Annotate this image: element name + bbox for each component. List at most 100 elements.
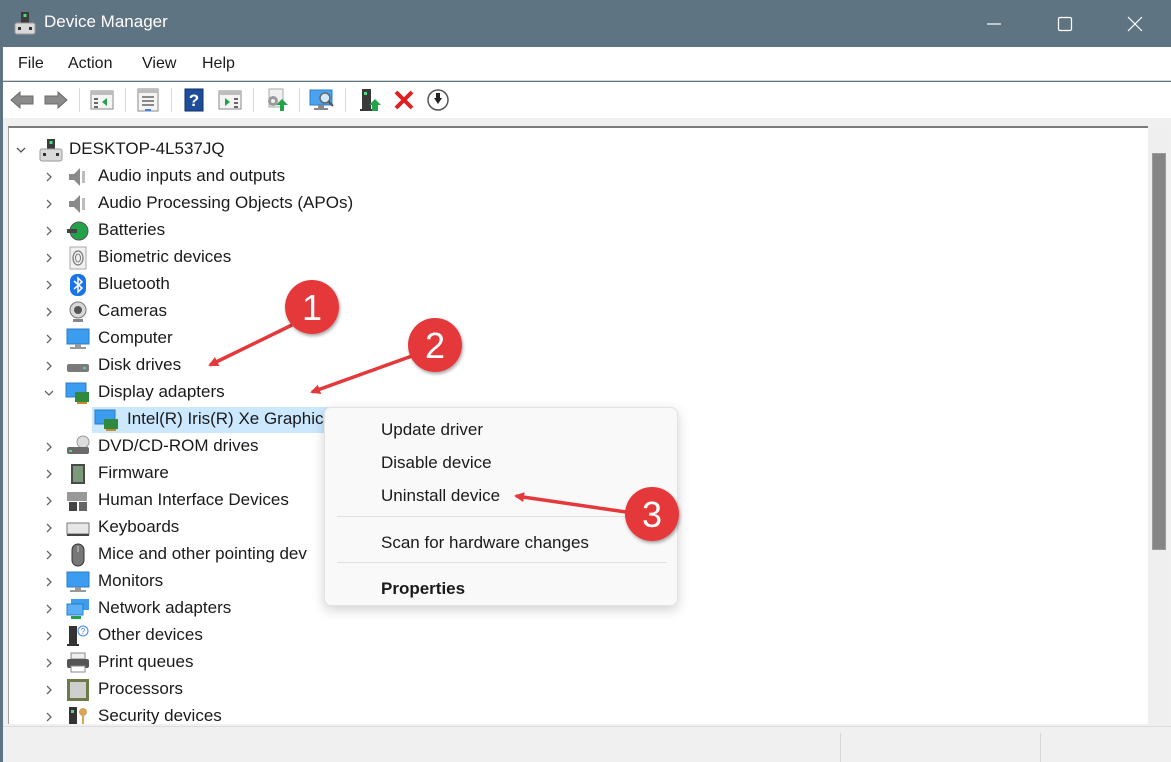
chevron-right-icon[interactable]: [42, 305, 56, 319]
chevron-right-icon[interactable]: [42, 359, 56, 373]
menu-item-uninstall-device[interactable]: Uninstall device: [381, 486, 500, 506]
keyboard-icon: [66, 522, 90, 536]
printer-icon: [67, 652, 89, 673]
tree-category-bluetooth[interactable]: Bluetooth: [9, 272, 1139, 298]
chevron-right-icon[interactable]: [42, 629, 56, 643]
menu-action[interactable]: Action: [68, 55, 112, 73]
chevron-right-icon[interactable]: [42, 521, 56, 535]
vertical-scrollbar[interactable]: [1148, 126, 1168, 724]
chevron-right-icon[interactable]: [42, 440, 56, 454]
tree-category-biometric-devices[interactable]: Biometric devices: [9, 245, 1139, 271]
add-legacy-hardware-icon[interactable]: [357, 87, 383, 113]
hid-icon: [67, 492, 87, 511]
chevron-right-icon[interactable]: [42, 197, 56, 211]
chevron-right-icon[interactable]: [42, 494, 56, 508]
menu-item-update-driver[interactable]: Update driver: [381, 420, 483, 440]
scan-hardware-icon[interactable]: [309, 87, 335, 113]
context-menu: Update driver Disable device Uninstall d…: [324, 407, 678, 606]
tree-root-computer[interactable]: DESKTOP-4L537JQ: [9, 137, 1139, 163]
tree-category-label: Bluetooth: [98, 274, 170, 293]
chevron-right-icon[interactable]: [42, 278, 56, 292]
show-hide-console-tree-icon[interactable]: [89, 87, 115, 113]
chevron-right-icon[interactable]: [42, 251, 56, 265]
speaker-icon: [69, 168, 85, 186]
chevron-right-icon[interactable]: [42, 548, 56, 562]
svg-text:?: ?: [189, 91, 199, 110]
disable-device-icon[interactable]: [425, 87, 451, 113]
chevron-down-icon[interactable]: [14, 143, 28, 157]
chevron-right-icon[interactable]: [42, 710, 56, 724]
maximize-icon: [1057, 16, 1073, 31]
toolbar: ?: [3, 82, 1171, 118]
tree-category-label: Keyboards: [98, 517, 180, 536]
tree-category-processors[interactable]: Processors: [9, 677, 1139, 703]
menu-file[interactable]: File: [18, 55, 44, 73]
webcam-icon: [69, 301, 87, 322]
tree-category-computer[interactable]: Computer: [9, 326, 1139, 352]
forward-arrow-icon[interactable]: [43, 87, 69, 113]
tree-device-label: Intel(R) Iris(R) Xe Graphics: [127, 409, 332, 428]
chevron-right-icon[interactable]: [42, 224, 56, 238]
menu-item-properties[interactable]: Properties: [381, 579, 465, 599]
network-icon: [66, 599, 89, 619]
device-manager-app-icon: [14, 12, 36, 35]
tree-category-audio-processing-objects-apos[interactable]: Audio Processing Objects (APOs): [9, 191, 1139, 217]
tree-category-label: Audio Processing Objects (APOs): [98, 193, 354, 212]
minimize-button[interactable]: [960, 0, 1028, 47]
tree-category-print-queues[interactable]: Print queues: [9, 650, 1139, 676]
tree-category-disk-drives[interactable]: Disk drives: [9, 353, 1139, 379]
toolbar-separator: [253, 88, 254, 112]
tree-category-label: Computer: [98, 328, 173, 347]
dvd-drive-icon: [67, 435, 90, 454]
tree-category-cameras[interactable]: Cameras: [9, 299, 1139, 325]
chevron-right-icon[interactable]: [42, 170, 56, 184]
display-adapter-icon: [94, 409, 118, 431]
scrollbar-thumb[interactable]: [1152, 153, 1166, 550]
toolbar-separator: [79, 88, 80, 112]
status-separator: [1040, 733, 1041, 762]
tree-category-label: Firmware: [98, 463, 169, 482]
help-icon[interactable]: ?: [181, 87, 207, 113]
tree-category-audio-inputs-and-outputs[interactable]: Audio inputs and outputs: [9, 164, 1139, 190]
tree-category-label: Cameras: [98, 301, 167, 320]
chevron-down-icon[interactable]: [42, 386, 56, 400]
mouse-icon: [71, 543, 85, 567]
tree-category-label: Batteries: [98, 220, 166, 239]
toolbar-separator: [125, 88, 126, 112]
close-button[interactable]: [1101, 0, 1169, 47]
uninstall-icon[interactable]: [391, 87, 417, 113]
menu-item-disable-device[interactable]: Disable device: [381, 453, 492, 473]
tree-category-label: Disk drives: [98, 355, 182, 374]
tree-root-label: DESKTOP-4L537JQ: [69, 139, 225, 158]
chevron-right-icon[interactable]: [42, 656, 56, 670]
tree-category-batteries[interactable]: Batteries: [9, 218, 1139, 244]
chevron-right-icon[interactable]: [42, 683, 56, 697]
menu-separator: [337, 516, 667, 517]
toolbar-separator: [299, 88, 300, 112]
menu-separator: [337, 562, 667, 563]
menu-item-scan-hardware[interactable]: Scan for hardware changes: [381, 533, 589, 553]
update-driver-icon[interactable]: [263, 87, 289, 113]
tree-category-label: Network adapters: [98, 598, 232, 617]
monitor-icon: [66, 328, 90, 349]
device-manager-window: Device Manager File Action View Help ? D…: [0, 0, 1171, 762]
fingerprint-icon: [69, 246, 87, 270]
chevron-right-icon[interactable]: [42, 332, 56, 346]
tree-category-label: Monitors: [98, 571, 164, 590]
back-arrow-icon[interactable]: [9, 87, 35, 113]
menu-view[interactable]: View: [142, 55, 176, 73]
show-hide-action-pane-icon[interactable]: [217, 87, 243, 113]
maximize-button[interactable]: [1031, 0, 1099, 47]
menu-bar: File Action View Help: [3, 47, 1171, 81]
display-adapter-icon: [65, 382, 89, 404]
properties-icon[interactable]: [135, 87, 161, 113]
chevron-right-icon[interactable]: [42, 467, 56, 481]
tree-category-display-adapters[interactable]: Display adapters: [9, 380, 1139, 406]
menu-help[interactable]: Help: [202, 55, 235, 73]
chevron-right-icon[interactable]: [42, 602, 56, 616]
computer-tower-icon: [39, 139, 63, 162]
tree-category-other-devices[interactable]: ? Other devices: [9, 623, 1139, 649]
tree-category-security-devices[interactable]: Security devices: [9, 704, 1139, 724]
speaker-icon: [69, 195, 85, 213]
chevron-right-icon[interactable]: [42, 575, 56, 589]
